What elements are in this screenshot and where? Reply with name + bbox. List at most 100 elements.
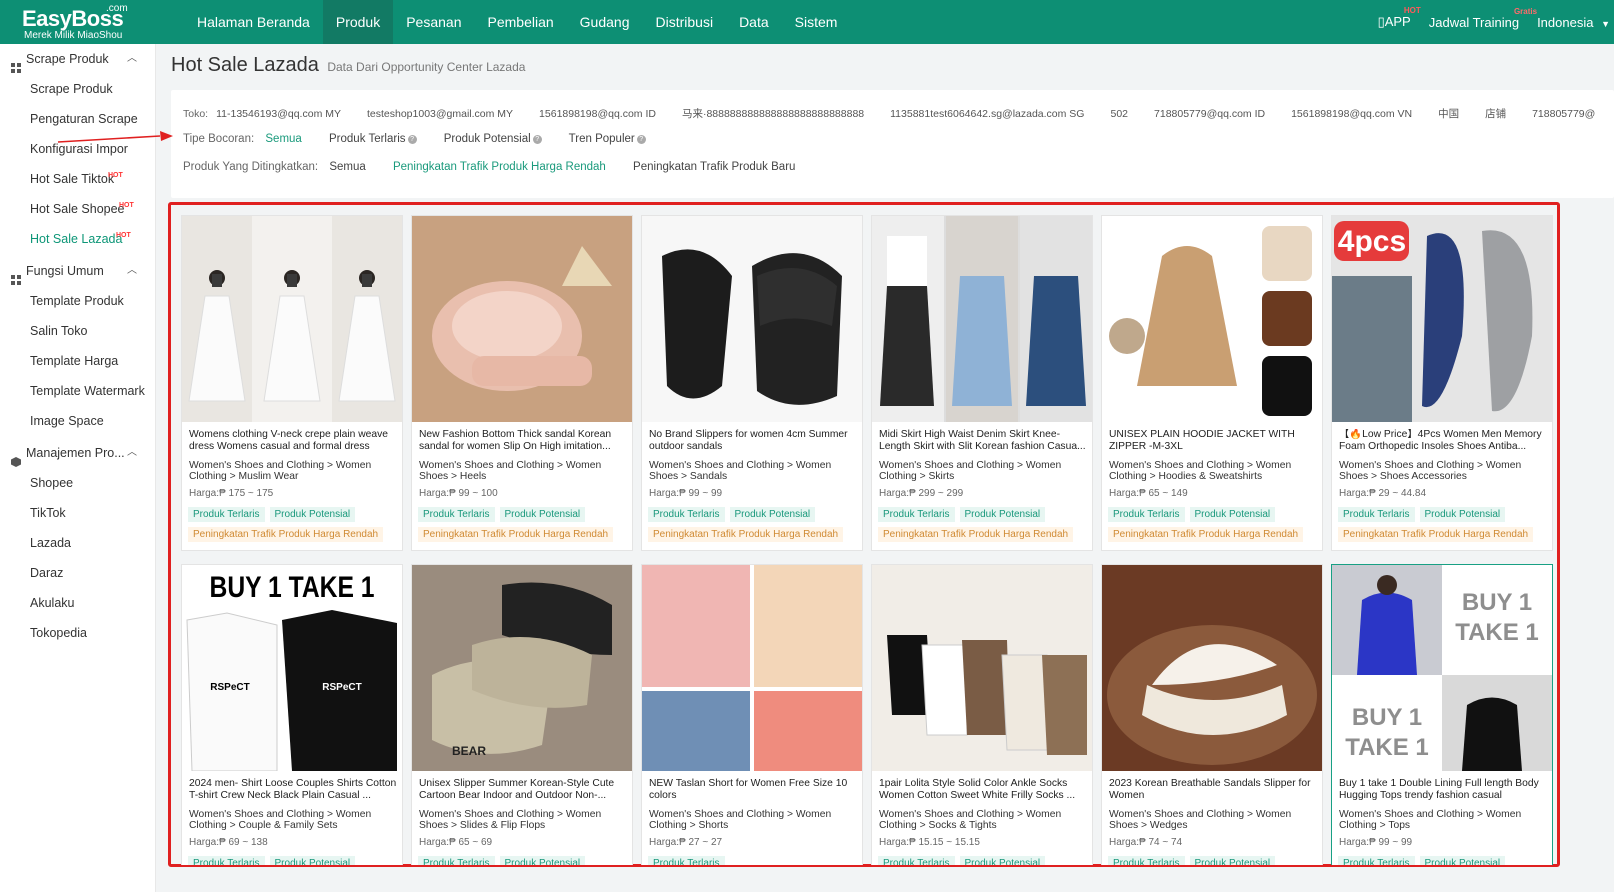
product-title[interactable]: NEW Taslan Short for Women Free Size 10 …: [649, 778, 857, 802]
easyboss-logo[interactable]: EasyBoss .com Merek Milik MiaoShou: [22, 3, 142, 41]
sidebar-item[interactable]: Shopee: [0, 468, 155, 498]
sidebar-item[interactable]: Scrape Produk: [0, 74, 155, 104]
product-image[interactable]: BUY 1 TAKE 1 RSPeCT RSPeCT: [182, 565, 402, 771]
sidebar-item[interactable]: Daraz: [0, 558, 155, 588]
nav-pesanan[interactable]: Pesanan: [393, 0, 474, 44]
product-image[interactable]: [412, 216, 632, 422]
brand-domain: .com: [106, 3, 128, 14]
product-card[interactable]: UNISEX PLAIN HOODIE JACKET WITH ZIPPER -…: [1101, 215, 1323, 551]
tag-badge: Produk Terlaris: [878, 856, 955, 865]
product-card[interactable]: New Fashion Bottom Thick sandal Korean s…: [411, 215, 633, 551]
sidebar-item[interactable]: Image Space: [0, 406, 155, 436]
product-image[interactable]: [1102, 565, 1322, 771]
app-link[interactable]: ▯APP HOT: [1378, 6, 1421, 30]
sidebar-item[interactable]: TikTok: [0, 498, 155, 528]
help-icon: ?: [407, 135, 417, 144]
product-card[interactable]: No Brand Slippers for women 4cm Summer o…: [641, 215, 863, 551]
nav-gudang[interactable]: Gudang: [567, 0, 643, 44]
shop-option[interactable]: 店铺: [1485, 108, 1506, 120]
product-card[interactable]: 2023 Korean Breathable Sandals Slipper f…: [1101, 564, 1323, 865]
product-tags: Produk Terlaris Produk Potensial: [418, 504, 590, 522]
product-card[interactable]: 1pair Lolita Style Solid Color Ankle Soc…: [871, 564, 1093, 865]
product-title[interactable]: Buy 1 take 1 Double Lining Full length B…: [1339, 778, 1547, 802]
shop-option[interactable]: 718805779@: [1532, 108, 1595, 120]
sidebar-group-label: Scrape Produk: [26, 52, 109, 66]
product-image[interactable]: [1102, 216, 1322, 422]
sidebar-item[interactable]: Hot Sale Lazada HOT: [0, 224, 155, 254]
product-title[interactable]: 1pair Lolita Style Solid Color Ankle Soc…: [879, 778, 1087, 802]
product-title[interactable]: UNISEX PLAIN HOODIE JACKET WITH ZIPPER -…: [1109, 429, 1317, 453]
nav-distribusi[interactable]: Distribusi: [642, 0, 726, 44]
leak-type-label: Tipe Bocoran:: [183, 133, 255, 145]
product-title[interactable]: 2023 Korean Breathable Sandals Slipper f…: [1109, 778, 1317, 802]
product-image[interactable]: [642, 216, 862, 422]
sidebar-group-2[interactable]: Manajemen Pro... ︿: [0, 438, 155, 468]
sidebar-group-1[interactable]: Fungsi Umum ︿: [0, 256, 155, 286]
shop-option[interactable]: 11-13546193@qq.com MY: [216, 108, 341, 120]
improved-option-harga-rendah[interactable]: Peningkatan Trafik Produk Harga Rendah: [393, 161, 606, 173]
product-card[interactable]: Womens clothing V-neck crepe plain weave…: [181, 215, 403, 551]
sidebar-item[interactable]: Tokopedia: [0, 618, 155, 648]
leak-option-terlaris[interactable]: Produk Terlaris?: [329, 133, 417, 145]
training-link[interactable]: Jadwal Training Gratis: [1429, 7, 1537, 30]
product-card[interactable]: NEW Taslan Short for Women Free Size 10 …: [641, 564, 863, 865]
nav-produk[interactable]: Produk: [322, 0, 394, 44]
sidebar-item[interactable]: Hot Sale Tiktok HOT: [0, 164, 155, 194]
tag-badge: Produk Terlaris: [418, 507, 495, 522]
shop-option[interactable]: testeshop1003@gmail.com MY: [367, 108, 513, 120]
product-title[interactable]: 【🔥Low Price】4Pcs Women Men Memory Foam O…: [1339, 429, 1547, 453]
sidebar-item[interactable]: Template Harga: [0, 346, 155, 376]
sidebar-group-0[interactable]: Scrape Produk ︿: [0, 44, 155, 74]
product-image[interactable]: [872, 216, 1092, 422]
tag-badge: Produk Potensial: [269, 856, 356, 865]
leak-option-potensial[interactable]: Produk Potensial?: [444, 133, 542, 145]
product-image[interactable]: [642, 565, 862, 771]
tag-badge: Produk Terlaris: [1108, 507, 1185, 522]
product-card[interactable]: Midi Skirt High Waist Denim Skirt Knee-L…: [871, 215, 1093, 551]
product-card[interactable]: BUY 1 TAKE 1 RSPeCT RSPeCT 2024 men- Shirt …: [181, 564, 403, 865]
improved-option-semua[interactable]: Semua: [329, 161, 365, 173]
svg-text:RSPeCT: RSPeCT: [210, 682, 249, 693]
product-title[interactable]: Midi Skirt High Waist Denim Skirt Knee-L…: [879, 429, 1087, 453]
sidebar-item[interactable]: Lazada: [0, 528, 155, 558]
leak-option-semua[interactable]: Semua: [265, 133, 301, 145]
shop-option[interactable]: 1561898198@qq.com ID: [539, 108, 656, 120]
nav-data[interactable]: Data: [726, 0, 782, 44]
tag-badge: Produk Potensial: [1189, 856, 1276, 865]
shop-option[interactable]: 中国: [1438, 108, 1459, 120]
sidebar-item[interactable]: Hot Sale Shopee HOT: [0, 194, 155, 224]
language-select[interactable]: Indonesia ▼: [1537, 15, 1610, 30]
product-title[interactable]: Unisex Slipper Summer Korean-Style Cute …: [419, 778, 627, 802]
product-tags: Produk Terlaris Produk Potensial: [1108, 504, 1280, 522]
shop-option[interactable]: 718805779@qq.com ID: [1154, 108, 1265, 120]
shop-option[interactable]: 1135881test6064642.sg@lazada.com SG: [890, 108, 1084, 120]
product-image[interactable]: [872, 565, 1092, 771]
shop-option[interactable]: 马来·888888888888888888888888888: [682, 108, 864, 120]
sidebar-item[interactable]: Template Produk: [0, 286, 155, 316]
sidebar-item[interactable]: Akulaku: [0, 588, 155, 618]
product-card[interactable]: BEAR Unisex Slipper Summer Korean-Style C…: [411, 564, 633, 865]
product-card[interactable]: 4pcs 【🔥Low Price】4Pcs Women Men Memory Fo…: [1331, 215, 1553, 551]
sidebar-item[interactable]: Template Watermark: [0, 376, 155, 406]
product-title[interactable]: New Fashion Bottom Thick sandal Korean s…: [419, 429, 627, 453]
svg-text:RSPeCT: RSPeCT: [322, 682, 361, 693]
shop-option[interactable]: 502: [1110, 108, 1128, 120]
product-title[interactable]: No Brand Slippers for women 4cm Summer o…: [649, 429, 857, 453]
nav-pembelian[interactable]: Pembelian: [475, 0, 567, 44]
sidebar-item-label: Daraz: [30, 566, 64, 580]
product-card[interactable]: BUY 1 TAKE 1 BUY 1 TAKE 1 Buy 1 take 1 Doubl…: [1331, 564, 1553, 865]
product-image[interactable]: BUY 1 TAKE 1 BUY 1 TAKE 1: [1332, 565, 1552, 771]
nav-sistem[interactable]: Sistem: [782, 0, 851, 44]
product-image[interactable]: [182, 216, 402, 422]
leak-option-tren[interactable]: Tren Populer?: [569, 133, 646, 145]
tag-badge: Produk Terlaris: [648, 507, 725, 522]
sidebar-item-label: Image Space: [30, 414, 104, 428]
sidebar-item[interactable]: Salin Toko: [0, 316, 155, 346]
shop-option[interactable]: 1561898198@qq.com VN: [1291, 108, 1412, 120]
nav-halaman-beranda[interactable]: Halaman Beranda: [184, 0, 323, 44]
product-title[interactable]: Womens clothing V-neck crepe plain weave…: [189, 429, 397, 453]
product-title[interactable]: 2024 men- Shirt Loose Couples Shirts Cot…: [189, 778, 397, 802]
improved-option-produk-baru[interactable]: Peningkatan Trafik Produk Baru: [633, 161, 795, 173]
product-image[interactable]: BEAR: [412, 565, 632, 771]
product-image[interactable]: 4pcs: [1332, 216, 1552, 422]
